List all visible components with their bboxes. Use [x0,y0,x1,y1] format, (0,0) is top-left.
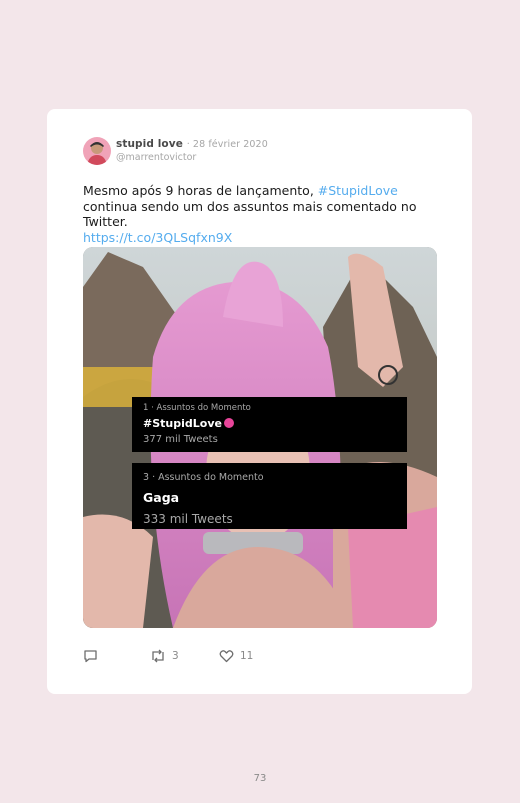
like-button[interactable]: 11 [219,649,253,663]
trend-card: 1 · Assuntos do Momento #StupidLove 377 … [132,397,407,452]
heart-emoji-icon [223,418,234,428]
heart-icon [219,650,234,663]
reply-icon [84,650,97,663]
page-number: 73 [253,773,267,784]
tweet-url-link[interactable]: https://t.co/3QLSqfxn9X [83,230,232,245]
trend-count: 377 mil Tweets [143,434,218,445]
trend-card: 3 · Assuntos do Momento Gaga 333 mil Twe… [132,463,407,529]
retweet-icon [152,649,164,663]
display-name[interactable]: stupid love [116,138,183,150]
retweet-count: 3 [172,650,179,662]
trend-tag-label: #StupidLove [143,417,222,430]
hashtag-link[interactable]: #StupidLove [318,183,398,198]
tweet-media[interactable]: 1 · Assuntos do Momento #StupidLove 377 … [83,247,437,628]
trend-tag: Gaga [143,490,180,505]
user-handle[interactable]: @marrentovictor [116,152,196,163]
tweet-text-start: Mesmo após 9 horas de lançamento, [83,183,318,198]
tweet-card: stupid love · 28 février 2020 @marrentov… [47,109,472,694]
tweet-actions: 3 11 [83,649,283,667]
trend-category: 1 · Assuntos do Momento [143,403,251,413]
trend-category: 3 · Assuntos do Momento [143,472,264,483]
reply-button[interactable] [83,649,104,663]
user-name[interactable]: stupid love · 28 février 2020 [116,138,268,150]
tweet-date: · 28 février 2020 [186,139,268,150]
trend-tag: #StupidLove [143,417,234,430]
tweet-text-end: continua sendo um dos assuntos mais come… [83,198,417,230]
trend-count: 333 mil Tweets [143,512,233,526]
retweet-button[interactable]: 3 [150,649,179,663]
tweet-text: Mesmo após 9 horas de lançamento, #Stupi… [83,183,443,245]
avatar[interactable] [83,137,111,165]
like-count: 11 [240,650,254,662]
